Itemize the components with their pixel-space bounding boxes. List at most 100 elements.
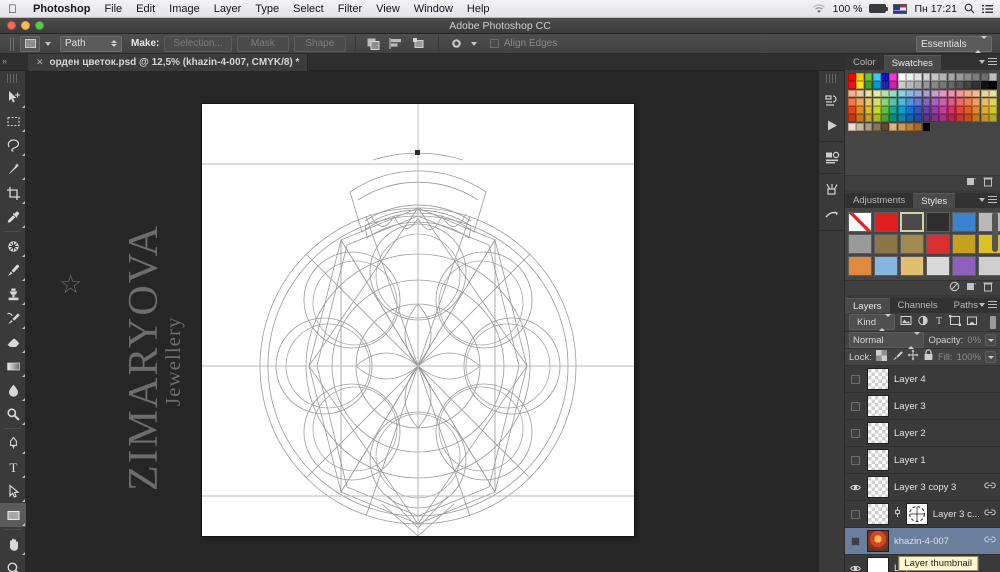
layer-thumbnail[interactable]	[867, 530, 889, 552]
path-operations-icon[interactable]	[365, 35, 383, 52]
move-tool[interactable]	[0, 85, 26, 109]
color-swatch[interactable]	[897, 89, 906, 98]
new-style-icon[interactable]	[966, 279, 977, 297]
type-tool[interactable]: T	[0, 455, 26, 479]
opacity-value[interactable]: 0%	[967, 335, 981, 346]
tab-channels[interactable]: Channels	[890, 298, 946, 313]
color-swatch[interactable]	[848, 114, 856, 123]
color-swatch[interactable]	[939, 97, 948, 106]
color-swatch[interactable]	[872, 106, 881, 114]
color-swatch[interactable]	[980, 114, 989, 123]
color-swatch[interactable]	[906, 89, 914, 98]
color-swatch[interactable]	[889, 73, 898, 81]
color-swatch[interactable]	[872, 97, 881, 106]
layer-row[interactable]: Layer 2	[845, 420, 1000, 447]
color-swatch[interactable]	[972, 89, 981, 98]
color-swatch[interactable]	[955, 106, 964, 114]
color-swatch[interactable]	[881, 122, 889, 131]
rectangle-shape-tool[interactable]	[0, 503, 26, 527]
styles-scrollbar[interactable]	[992, 212, 998, 252]
color-swatch[interactable]	[972, 114, 981, 123]
tab-color[interactable]: Color	[845, 55, 884, 70]
delete-swatch-icon[interactable]	[983, 174, 993, 192]
color-swatch[interactable]	[989, 89, 997, 98]
style-preset[interactable]	[900, 234, 924, 254]
layer-name[interactable]: Layer 2	[894, 428, 926, 439]
color-swatch[interactable]	[864, 122, 873, 131]
color-swatch[interactable]	[906, 106, 914, 114]
clock-label[interactable]: Пн 17:21	[914, 3, 957, 15]
color-swatch[interactable]	[872, 122, 881, 131]
menu-image[interactable]: Image	[162, 0, 207, 18]
color-swatch[interactable]	[848, 89, 856, 98]
layer-visibility-toggle-icon[interactable]	[849, 422, 862, 445]
zoom-tool[interactable]	[0, 556, 26, 572]
layer-visibility-toggle-icon[interactable]	[849, 557, 862, 572]
color-swatch[interactable]	[939, 81, 948, 90]
color-swatch[interactable]	[889, 114, 898, 123]
adjustment-filter-icon[interactable]	[917, 313, 929, 331]
panel-expander-icon[interactable]: »	[2, 56, 7, 66]
document-tab[interactable]: ✕ орден цветок.psd @ 12,5% (khazin-4-007…	[28, 54, 309, 71]
color-swatch[interactable]	[906, 114, 914, 123]
clear-style-icon[interactable]	[949, 279, 960, 297]
color-swatch[interactable]	[955, 73, 964, 81]
color-swatch[interactable]	[856, 73, 865, 81]
blend-mode-select[interactable]: Normal	[849, 331, 925, 349]
color-swatch[interactable]	[939, 73, 948, 81]
color-swatch[interactable]	[848, 106, 856, 114]
swatches-panel-menu[interactable]	[979, 58, 997, 66]
fill-slider-arrow[interactable]	[985, 351, 996, 363]
layer-visibility-toggle-icon[interactable]	[849, 449, 862, 472]
layer-row[interactable]: Layer 4	[845, 366, 1000, 393]
layer-name[interactable]: Layer 4	[894, 374, 926, 385]
color-swatch[interactable]	[980, 81, 989, 90]
style-preset[interactable]	[952, 256, 976, 276]
style-preset[interactable]	[952, 234, 976, 254]
color-swatch[interactable]	[889, 89, 898, 98]
tab-layers[interactable]: Layers	[845, 298, 890, 313]
style-preset[interactable]	[874, 256, 898, 276]
layers-panel-menu[interactable]	[979, 301, 997, 309]
eyedropper-tool[interactable]	[0, 205, 26, 229]
color-swatch[interactable]	[955, 114, 964, 123]
color-swatch[interactable]	[980, 73, 989, 81]
color-swatch[interactable]	[989, 114, 997, 123]
styles-grid[interactable]	[845, 208, 1000, 280]
style-preset[interactable]	[874, 234, 898, 254]
color-swatch[interactable]	[914, 73, 923, 81]
layer-row[interactable]: Layer 3 c...	[845, 501, 1000, 528]
actions-panel-icon[interactable]	[819, 113, 845, 138]
mask-link-icon[interactable]	[894, 505, 901, 523]
fill-value[interactable]: 100%	[957, 352, 981, 363]
eraser-tool[interactable]	[0, 330, 26, 354]
color-swatch[interactable]	[856, 81, 865, 90]
layer-thumbnail[interactable]	[867, 449, 889, 471]
color-swatch[interactable]	[922, 73, 931, 81]
shape-tool-preset-icon[interactable]	[20, 35, 40, 52]
type-filter-icon[interactable]: T	[934, 313, 944, 331]
rectangular-marquee-tool[interactable]	[0, 109, 26, 133]
battery-icon[interactable]	[869, 4, 889, 13]
color-swatch[interactable]	[939, 89, 948, 98]
color-swatch[interactable]	[872, 81, 881, 90]
color-swatch[interactable]	[930, 114, 939, 123]
layer-link-icon[interactable]	[984, 535, 996, 547]
color-swatch[interactable]	[889, 81, 898, 90]
color-swatch[interactable]	[897, 81, 906, 90]
style-preset[interactable]	[848, 234, 872, 254]
color-swatch[interactable]	[922, 97, 931, 106]
color-swatch[interactable]	[964, 97, 972, 106]
color-swatch[interactable]	[897, 97, 906, 106]
lock-all-icon[interactable]	[923, 348, 934, 366]
color-swatch[interactable]	[972, 73, 981, 81]
layer-mask-thumbnail[interactable]	[905, 503, 928, 525]
color-swatch[interactable]	[972, 106, 981, 114]
brush-tool[interactable]	[0, 258, 26, 282]
style-preset[interactable]	[900, 212, 924, 232]
color-swatch[interactable]	[864, 73, 873, 81]
color-swatch[interactable]	[914, 97, 923, 106]
color-swatch[interactable]	[964, 89, 972, 98]
layer-row[interactable]: khazin-4-007	[845, 528, 1000, 555]
layer-thumbnail[interactable]	[867, 476, 889, 498]
